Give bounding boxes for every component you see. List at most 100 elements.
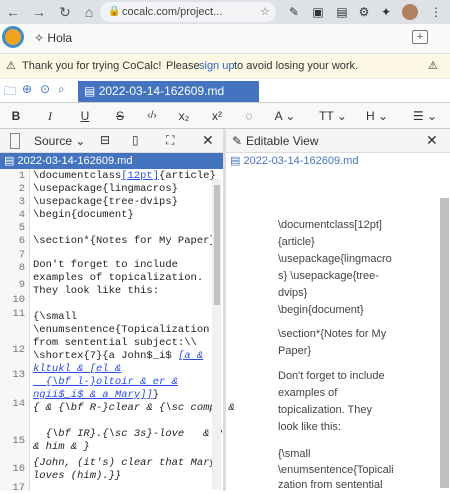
code-line: \usepackage{lingmacros}: [33, 183, 178, 195]
file-tabs: 🗀 ⊕ ⊙ ⌕ ▤ 2022-03-14-162609.md: [0, 79, 450, 102]
code-line: {John, (it's) clear that Mary: [33, 457, 216, 469]
source-dropdown[interactable]: Source ⌄: [34, 134, 85, 148]
line-number: 2: [18, 183, 25, 195]
comment-button[interactable]: ◌: [240, 106, 258, 126]
close-icon[interactable]: ✕: [426, 132, 438, 149]
reload-icon[interactable]: ↻: [56, 3, 74, 21]
line-number: 5: [18, 222, 25, 234]
warning-icon: ⚠: [6, 60, 16, 72]
code-line: \usepackage{tree-dvips}: [33, 196, 178, 208]
line-number: 16: [12, 463, 25, 475]
line-number: 1: [18, 170, 25, 182]
active-file-tab[interactable]: ▤ 2022-03-14-162609.md: [78, 81, 259, 102]
url-text: cocalc.com/project...: [122, 6, 223, 18]
file-icon: ▤: [230, 155, 241, 167]
preview-line: \usepackage{lingmacro: [278, 253, 392, 265]
line-number: 9: [18, 279, 25, 291]
editable-view-label[interactable]: Editable View: [246, 134, 319, 148]
split-horizontal-icon[interactable]: ⊟: [100, 133, 110, 147]
code-line: {\small: [33, 311, 78, 323]
italic-button[interactable]: I: [42, 106, 58, 126]
code-line: & him & }: [33, 441, 90, 453]
star-icon[interactable]: ☆: [260, 2, 270, 22]
source-scrollbar-thumb[interactable]: [214, 185, 220, 305]
gear-icon[interactable]: ⚙: [356, 4, 372, 20]
superscript-button[interactable]: x²: [208, 106, 226, 126]
add-icon[interactable]: ⊕: [22, 82, 32, 96]
line-number: 11: [12, 308, 25, 320]
home-icon[interactable]: ⌂: [80, 3, 98, 21]
history-icon[interactable]: ⊙: [40, 82, 50, 96]
font-label: A: [274, 109, 282, 123]
file-icon: ▤: [84, 84, 96, 98]
source-label: Source: [34, 134, 73, 148]
font-dropdown[interactable]: A ⌄: [272, 106, 298, 126]
split-icon[interactable]: [10, 133, 20, 149]
lock-icon: 🔒: [108, 6, 121, 17]
code-button[interactable]: ‹/›: [142, 106, 162, 126]
line-number: 10: [12, 294, 25, 306]
preview-line: topicalization. They: [278, 404, 372, 416]
code-line: kltukl & [el &: [33, 363, 122, 375]
line-number: 8: [18, 262, 25, 274]
trial-banner: ⚠ Thank you for trying CoCalc! Please si…: [0, 54, 450, 79]
line-number: 14: [12, 398, 25, 410]
warning-icon-right: ⚠: [428, 60, 438, 72]
menu-dots-icon[interactable]: ⋮: [428, 4, 444, 20]
preview-line: {article}: [278, 236, 315, 248]
line-number-gutter: 1 2 3 4 5 6 7 8 9 10 11 12 13 14 15 16 1…: [0, 169, 30, 494]
new-window-icon[interactable]: +: [412, 30, 428, 44]
preview-line: s} \usepackage{tree-: [278, 270, 379, 282]
sign-up-link[interactable]: sign up: [199, 54, 234, 79]
line-number: 13: [12, 369, 25, 381]
code-line: \begin{document}: [33, 209, 134, 221]
puzzle-icon[interactable]: ✦: [378, 4, 394, 20]
pencil-icon: ✎: [232, 134, 243, 148]
code-line: {\bf IR}.{\sc 3s}-love & P: [33, 428, 223, 440]
extension-icon[interactable]: ▣: [310, 4, 326, 20]
heading-dropdown[interactable]: H ⌄: [364, 106, 390, 126]
split-vertical-icon[interactable]: ▯: [132, 133, 139, 147]
project-tab[interactable]: ✧ Hola: [34, 31, 72, 45]
pen-icon[interactable]: ✎: [286, 4, 302, 20]
app-bar: ✧ Hola +: [0, 24, 450, 54]
code-line: { & {\bf R-}clear & {\sc comp} &: [33, 402, 235, 414]
editable-file-tab[interactable]: ▤ 2022-03-14-162609.md: [226, 153, 450, 169]
source-file-tab[interactable]: ▤ 2022-03-14-162609.md: [0, 153, 223, 169]
file-icon: ▤: [4, 155, 15, 167]
underline-button[interactable]: U: [77, 106, 93, 126]
forward-icon[interactable]: →: [30, 3, 48, 21]
source-pane-header: Source ⌄ ⊟ ▯ ⛶ ✕: [0, 129, 223, 153]
sparkle-icon: ✧: [34, 31, 45, 45]
back-icon[interactable]: ←: [4, 3, 22, 21]
url-bar[interactable]: 🔒 cocalc.com/project... ☆: [100, 2, 276, 22]
code-line: ngii$_i$ & a Mary]]}: [33, 389, 160, 401]
project-name: Hola: [47, 31, 73, 45]
fullscreen-icon[interactable]: ⛶: [166, 133, 174, 148]
banner-please: Please: [166, 60, 200, 72]
code-line: \shortex{7}{a John$_i$ [a &: [33, 350, 204, 362]
line-number: 12: [12, 344, 25, 356]
preview-scrollbar[interactable]: [440, 198, 449, 488]
cocalc-logo[interactable]: [2, 26, 24, 48]
folder-icon[interactable]: 🗀: [4, 82, 16, 103]
code-line: from sentential subject:\\: [33, 337, 197, 349]
subscript-button[interactable]: x₂: [175, 106, 193, 126]
list-dropdown[interactable]: ☰ ⌄: [412, 106, 438, 126]
avatar[interactable]: [402, 4, 418, 20]
code-line: \enumsentence{Topicalization: [33, 324, 210, 336]
preview-line: Paper}: [278, 345, 312, 357]
bold-button[interactable]: B: [8, 106, 24, 126]
search-icon[interactable]: ⌕: [58, 82, 65, 97]
browser-chrome: ← → ↻ ⌂ 🔒 cocalc.com/project... ☆ ✎ ▣ ▤ …: [0, 0, 450, 24]
line-number: 17: [12, 482, 25, 494]
source-file-label: 2022-03-14-162609.md: [17, 155, 133, 167]
line-number: 7: [18, 249, 25, 261]
clipboard-icon[interactable]: ▤: [334, 4, 350, 20]
code-line: \section*{Notes for My Paper}: [33, 235, 216, 247]
line-number: 6: [18, 235, 25, 247]
text-size-dropdown[interactable]: TT ⌄: [318, 106, 348, 126]
strikethrough-button[interactable]: S: [112, 106, 128, 126]
preview-line: dvips}: [278, 287, 308, 299]
close-icon[interactable]: ✕: [202, 132, 214, 149]
